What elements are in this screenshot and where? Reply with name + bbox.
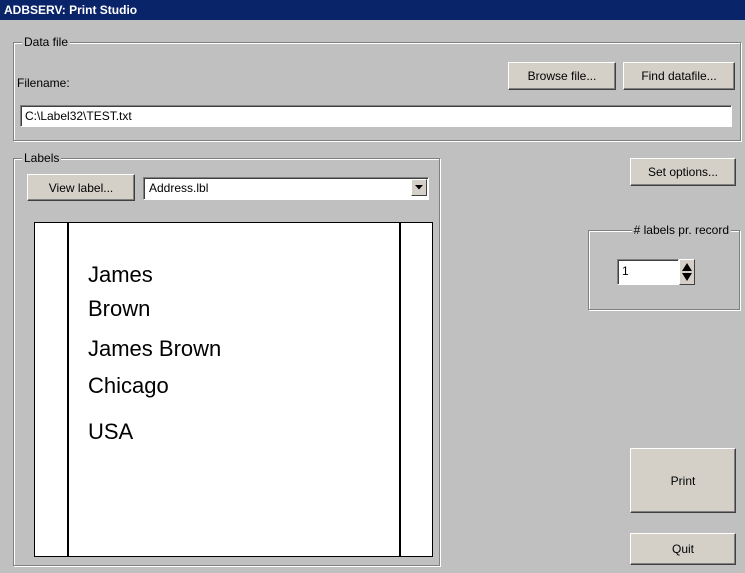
window-title: ADBSERV: Print Studio xyxy=(0,0,745,20)
preview-line-4: Chicago xyxy=(88,373,169,398)
filename-label: Filename: xyxy=(17,76,70,90)
label-file-dropdown[interactable]: Address.lbl xyxy=(143,177,429,200)
preview-line-3: James Brown xyxy=(88,336,222,361)
labels-per-record-value: 1 xyxy=(622,264,629,278)
set-options-button[interactable]: Set options... xyxy=(630,158,736,186)
spinner-arrows-icon[interactable] xyxy=(679,259,695,285)
filename-value: C:\Label32\TEST.txt xyxy=(25,109,132,123)
quit-button[interactable]: Quit xyxy=(630,533,736,565)
labels-group-label: Labels xyxy=(22,151,62,165)
labels-per-record-label: # labels pr. record xyxy=(631,223,731,237)
data-file-group-label: Data file xyxy=(22,35,71,49)
preview-line-5: USA xyxy=(88,419,134,444)
preview-line-2: Brown xyxy=(88,296,151,321)
find-datafile-button[interactable]: Find datafile... xyxy=(623,62,735,90)
labels-per-record-input[interactable]: 1 xyxy=(617,259,679,285)
browse-file-button[interactable]: Browse file... xyxy=(508,62,616,90)
print-button[interactable]: Print xyxy=(630,448,736,513)
label-preview: James Brown James Brown Chicago USA xyxy=(34,222,433,557)
chevron-down-icon[interactable] xyxy=(411,179,427,196)
label-file-value: Address.lbl xyxy=(149,181,209,195)
filename-input[interactable]: C:\Label32\TEST.txt xyxy=(20,105,732,127)
view-label-button[interactable]: View label... xyxy=(27,174,135,201)
preview-line-1: James xyxy=(88,262,153,287)
